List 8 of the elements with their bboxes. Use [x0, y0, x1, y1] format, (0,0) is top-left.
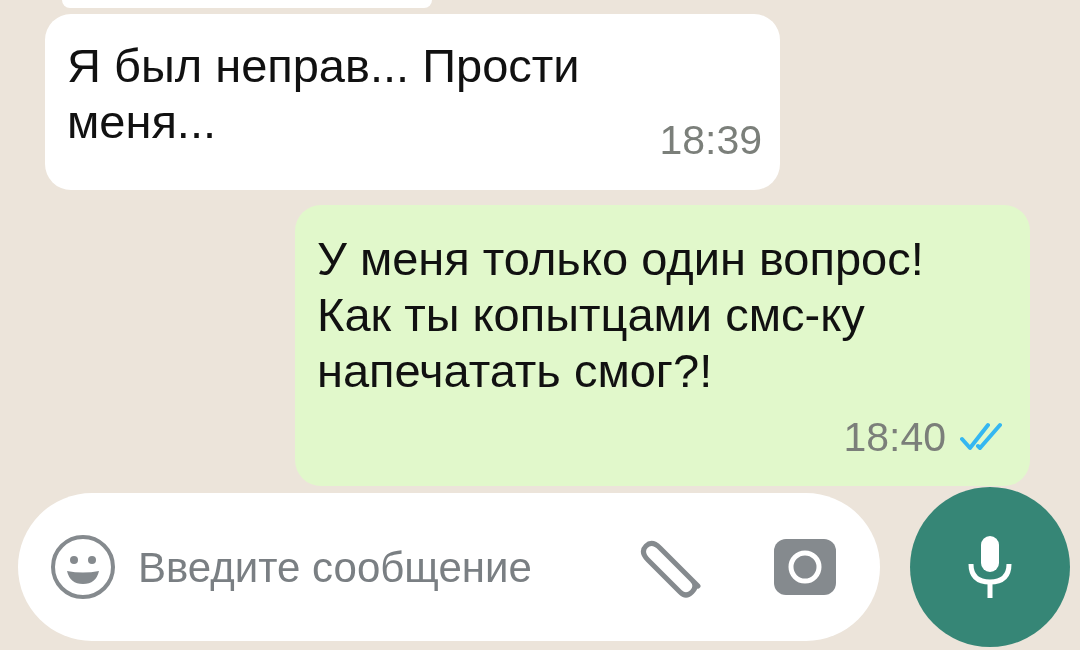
message-input[interactable]: Введите сообщение: [138, 535, 558, 599]
microphone-icon: [968, 536, 1012, 598]
emoji-icon[interactable]: [50, 534, 116, 600]
camera-icon[interactable]: [774, 539, 836, 595]
message-time: 18:39: [659, 116, 762, 165]
message-text: У меня только один вопрос! Как ты копытцами смс-ку напечатать смог?!: [317, 230, 925, 399]
message-time: 18:40: [843, 412, 946, 462]
message-text: Я был неправ... Прости меня...: [67, 38, 581, 150]
